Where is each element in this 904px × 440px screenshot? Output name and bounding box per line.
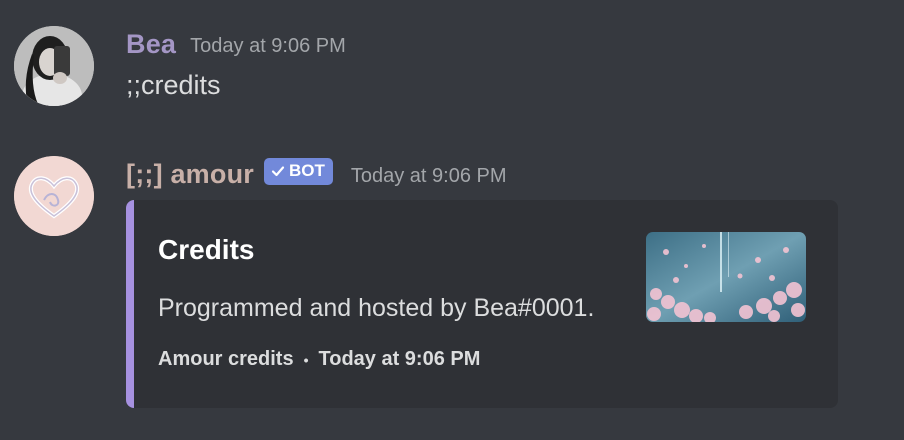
embed-description: Programmed and hosted by Bea#0001. [158,294,595,322]
credits-embed: Credits Programmed and hosted by Bea#000… [126,200,838,408]
footer-separator: • [303,351,309,368]
checkmark-icon [271,166,285,177]
bea-avatar[interactable] [14,26,94,106]
amour-avatar[interactable] [14,156,94,236]
username-amour[interactable]: [;;] amour [126,159,254,190]
embed-thumbnail-image[interactable] [646,232,806,322]
message-timestamp[interactable]: Today at 9:06 PM [190,35,346,58]
username-bea[interactable]: Bea [126,29,176,60]
message-text: ;;credits [126,70,221,100]
embed-footer-timestamp: Today at 9:06 PM [318,348,481,370]
embed-title: Credits [158,234,255,265]
embed-footer-text: Amour credits [158,348,294,370]
message-timestamp[interactable]: Today at 9:06 PM [351,165,507,188]
bot-badge: BOT [263,157,333,185]
embed-footer: Amour credits • Today at 9:06 PM [158,348,480,371]
bot-badge-label: BOT [288,161,325,180]
embed-accent-bar [126,200,134,408]
